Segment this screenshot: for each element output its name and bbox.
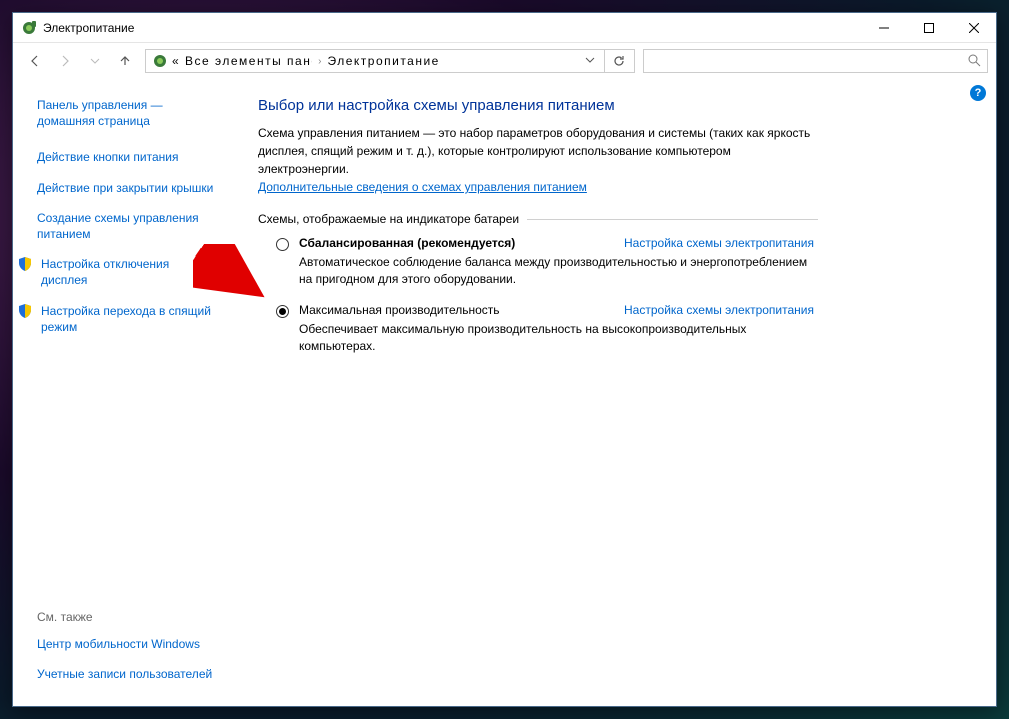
plan-description: Автоматическое соблюдение баланса между … <box>299 254 814 289</box>
shield-icon <box>17 256 33 272</box>
sidebar-link-power-button[interactable]: Действие кнопки питания <box>37 149 218 165</box>
power-icon <box>21 20 37 36</box>
power-icon <box>152 53 168 69</box>
address-bar[interactable]: « Все элементы панели упра ... › Электро… <box>145 49 635 73</box>
radio-high-performance[interactable] <box>276 305 289 318</box>
sidebar-item-label: Настройка перехода в спящий режим <box>41 303 218 335</box>
close-button[interactable] <box>951 13 996 42</box>
back-button[interactable] <box>21 47 49 75</box>
titlebar: Электропитание <box>13 13 996 43</box>
sidebar-link-create-plan[interactable]: Создание схемы управления питанием <box>37 210 218 242</box>
sidebar-see-also-label: См. также <box>37 610 218 624</box>
plan-high-performance: Максимальная производительность Настройк… <box>258 293 818 360</box>
plan-name[interactable]: Максимальная производительность <box>299 303 500 317</box>
sidebar-home-link[interactable]: Панель управления — домашняя страница <box>37 97 218 129</box>
sidebar-link-sleep[interactable]: Настройка перехода в спящий режим <box>37 303 218 335</box>
sidebar-link-display-off[interactable]: Настройка отключения дисплея <box>37 256 218 288</box>
window-controls <box>861 13 996 42</box>
sidebar-footer-accounts[interactable]: Учетные записи пользователей <box>37 666 218 682</box>
breadcrumb-part1[interactable]: « Все элементы панели упра ... <box>172 54 312 68</box>
minimize-button[interactable] <box>861 13 906 42</box>
fieldset-legend: Схемы, отображаемые на индикаторе батаре… <box>258 212 818 226</box>
radio-balanced[interactable] <box>276 238 289 251</box>
plan-settings-link[interactable]: Настройка схемы электропитания <box>624 303 814 317</box>
power-options-window: Электропитание « Все элементы панели упр… <box>12 12 997 707</box>
content-area: ? Панель управления — домашняя страница … <box>13 79 996 706</box>
search-box[interactable] <box>643 49 988 73</box>
refresh-button[interactable] <box>604 50 632 72</box>
page-heading: Выбор или настройка схемы управления пит… <box>258 97 818 114</box>
search-icon <box>967 53 981 70</box>
plan-name[interactable]: Сбалансированная (рекомендуется) <box>299 236 515 250</box>
plan-balanced: Сбалансированная (рекомендуется) Настрой… <box>258 226 818 293</box>
main-panel: Выбор или настройка схемы управления пит… <box>228 79 848 706</box>
plans-fieldset: Схемы, отображаемые на индикаторе батаре… <box>258 212 818 360</box>
address-dropdown[interactable] <box>580 54 600 68</box>
forward-button[interactable] <box>51 47 79 75</box>
plan-description: Обеспечивает максимальную производительн… <box>299 321 814 356</box>
sidebar: Панель управления — домашняя страница Де… <box>13 79 228 706</box>
plan-settings-link[interactable]: Настройка схемы электропитания <box>624 236 814 250</box>
help-icon[interactable]: ? <box>970 85 986 101</box>
page-description: Схема управления питанием — это набор па… <box>258 124 818 178</box>
maximize-button[interactable] <box>906 13 951 42</box>
search-input[interactable] <box>650 54 967 68</box>
sidebar-footer-mobility[interactable]: Центр мобильности Windows <box>37 636 218 652</box>
sidebar-item-label: Настройка отключения дисплея <box>41 256 218 288</box>
chevron-right-icon: › <box>318 56 321 67</box>
up-button[interactable] <box>111 47 139 75</box>
navbar: « Все элементы панели упра ... › Электро… <box>13 43 996 79</box>
window-title: Электропитание <box>43 21 861 35</box>
breadcrumb-part2[interactable]: Электропитание <box>327 54 439 68</box>
recent-dropdown[interactable] <box>81 47 109 75</box>
more-info-link[interactable]: Дополнительные сведения о схемах управле… <box>258 180 587 194</box>
sidebar-link-lid-close[interactable]: Действие при закрытии крышки <box>37 180 218 196</box>
shield-icon <box>17 303 33 319</box>
